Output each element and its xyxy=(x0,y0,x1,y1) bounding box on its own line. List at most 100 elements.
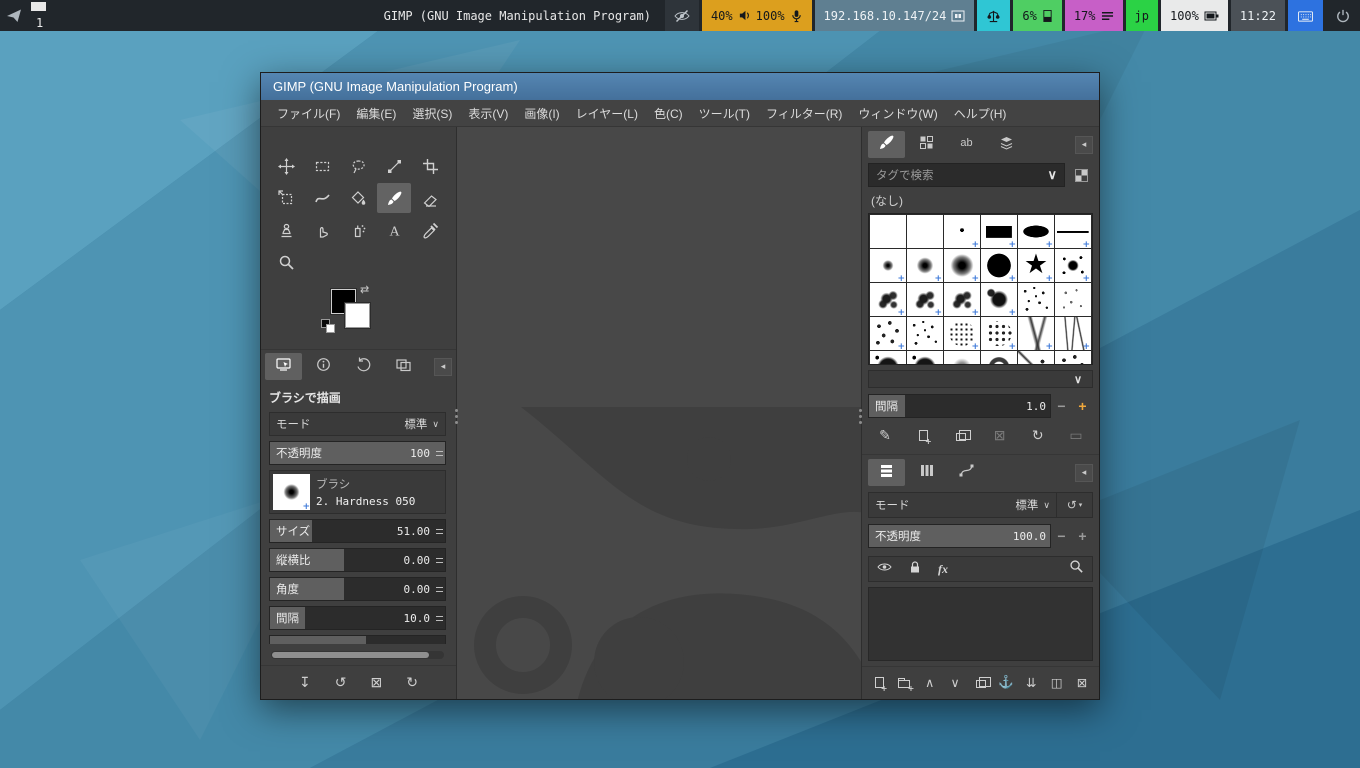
brush-swatch-bar[interactable] xyxy=(981,215,1017,250)
battery-widget[interactable]: 100% xyxy=(1160,0,1228,31)
swap-colors-icon[interactable]: ⇄ xyxy=(360,283,369,296)
tab-layers[interactable] xyxy=(868,459,905,486)
default-colors-icon[interactable] xyxy=(321,319,337,335)
eraser-tool[interactable] xyxy=(413,183,447,213)
clone-tool[interactable] xyxy=(269,215,303,245)
tab-device-status[interactable] xyxy=(305,353,342,380)
layer-list[interactable] xyxy=(868,587,1093,661)
brush-swatch-haze[interactable] xyxy=(944,351,980,364)
brush-swatch-granite[interactable] xyxy=(944,317,980,352)
menu-item[interactable]: フィルター(R) xyxy=(758,105,850,122)
brush-swatch-soft-medium[interactable] xyxy=(907,249,943,284)
menu-item[interactable]: ツール(T) xyxy=(691,105,758,122)
edit-brush-button[interactable]: ✎ xyxy=(874,423,896,447)
spinner-handle[interactable] xyxy=(434,442,445,464)
spinner-handle[interactable] xyxy=(434,607,445,629)
spacing-slider[interactable]: 間隔 10.0 xyxy=(269,606,446,630)
brush-swatch-grass[interactable] xyxy=(1055,317,1091,352)
power-widget[interactable] xyxy=(1326,0,1360,31)
brush-swatch-chalk-dark[interactable] xyxy=(981,283,1017,318)
open-brush-button[interactable]: ▭ xyxy=(1065,423,1087,447)
brush-swatch-blank[interactable] xyxy=(907,215,943,248)
spinner-handle[interactable] xyxy=(434,520,445,542)
anchor-layer-button[interactable]: ⚓ xyxy=(997,670,1015,694)
dock-menu-button[interactable]: ◂ xyxy=(1075,463,1093,482)
background-color-swatch[interactable] xyxy=(345,303,370,328)
refresh-brushes-button[interactable]: ↻ xyxy=(1027,423,1049,447)
audio-widget[interactable]: 40% 100% xyxy=(701,0,812,31)
brush-view-mode-button[interactable] xyxy=(1069,163,1093,187)
brush-swatch-chalk3[interactable] xyxy=(944,283,980,318)
tag-search-input[interactable]: タグで検索 ∨ xyxy=(868,163,1065,187)
tab-images[interactable] xyxy=(385,353,422,380)
new-layer-button[interactable] xyxy=(870,670,888,694)
reset-tool-options-button[interactable]: ↻ xyxy=(401,671,423,695)
brush-swatch-dark-texture[interactable] xyxy=(870,351,906,364)
brush-swatch-specks-dense[interactable] xyxy=(907,317,943,350)
keyboard-widget[interactable] xyxy=(1288,0,1323,31)
menu-item[interactable]: 画像(I) xyxy=(516,105,567,122)
tab-channels[interactable] xyxy=(908,459,945,486)
raise-layer-button[interactable]: ∧ xyxy=(921,670,939,694)
visibility-toggle[interactable] xyxy=(877,560,892,578)
brush-swatch-soft-small[interactable] xyxy=(870,249,906,284)
tab-undo-history[interactable] xyxy=(345,353,382,380)
brush-swatch-splat[interactable] xyxy=(1055,249,1091,284)
text-tool[interactable]: A xyxy=(377,215,411,245)
brush-spacing-slider[interactable]: 間隔 1.0 xyxy=(868,394,1051,418)
crop-tool[interactable] xyxy=(413,151,447,181)
brush-swatch-micro-dot[interactable] xyxy=(944,215,980,250)
brush-swatch-ellipse[interactable] xyxy=(1018,215,1054,250)
menu-item[interactable]: 編集(E) xyxy=(348,105,404,122)
tray-telegram-icon[interactable] xyxy=(0,0,28,31)
paintbrush-tool[interactable] xyxy=(377,183,411,213)
lower-layer-button[interactable]: ∨ xyxy=(946,670,964,694)
layer-effects-toggle[interactable]: fx xyxy=(938,562,948,577)
lock-toggle[interactable] xyxy=(908,560,922,579)
delete-layer-button[interactable]: ⊠ xyxy=(1073,670,1091,694)
angle-slider[interactable]: 角度 0.00 xyxy=(269,577,446,601)
clipped-slider[interactable] xyxy=(269,635,446,644)
spacing-decrease-button[interactable]: − xyxy=(1051,394,1072,418)
window-titlebar[interactable]: GIMP (GNU Image Manipulation Program) xyxy=(261,73,1099,100)
paint-mode-select[interactable]: モード 標準 ∨ xyxy=(269,412,446,436)
brush-swatch-confetti[interactable] xyxy=(1055,351,1091,364)
menu-item[interactable]: 表示(V) xyxy=(460,105,516,122)
brush-swatch-blank[interactable] xyxy=(870,215,906,248)
transform-tool[interactable] xyxy=(269,183,303,213)
canvas[interactable] xyxy=(457,127,861,699)
menu-item[interactable]: 色(C) xyxy=(646,105,691,122)
horizontal-scrollbar[interactable] xyxy=(271,651,444,659)
layer-mode-switch-button[interactable]: ↺ ▾ xyxy=(1056,493,1092,517)
brush-swatch-soft-large[interactable] xyxy=(944,249,980,284)
spacing-increase-button[interactable]: + xyxy=(1072,394,1093,418)
menu-item[interactable]: ヘルプ(H) xyxy=(946,105,1015,122)
memory-widget[interactable]: 17% xyxy=(1064,0,1123,31)
tab-gradients[interactable] xyxy=(988,131,1025,158)
zoom-tool[interactable] xyxy=(269,247,303,277)
spinner-handle[interactable] xyxy=(434,549,445,571)
tab-fonts[interactable]: ab xyxy=(948,131,985,158)
duplicate-layer-button[interactable] xyxy=(972,670,991,694)
brush-swatch-hline[interactable] xyxy=(1055,215,1091,250)
merge-down-button[interactable]: ⇊ xyxy=(1022,670,1040,694)
opacity-decrease-button[interactable]: − xyxy=(1051,524,1072,548)
tab-paths[interactable] xyxy=(948,459,985,486)
dock-menu-button[interactable]: ◂ xyxy=(1075,135,1093,154)
delete-brush-button[interactable]: ⊠ xyxy=(989,423,1011,447)
add-layer-mask-button[interactable]: ◫ xyxy=(1048,670,1066,694)
brush-filter-expander[interactable]: ∨ xyxy=(868,370,1093,388)
brush-swatch-specks[interactable] xyxy=(1018,283,1054,316)
brush-swatch-star[interactable] xyxy=(1018,249,1054,284)
spinner-handle[interactable] xyxy=(434,578,445,600)
brush-swatch-disc[interactable] xyxy=(981,249,1017,284)
layer-search-button[interactable] xyxy=(1069,559,1084,579)
keyboard-layout-widget[interactable]: jp xyxy=(1125,0,1158,31)
network-widget[interactable]: 192.168.10.147/24 xyxy=(814,0,975,31)
airbrush-tool[interactable] xyxy=(341,215,375,245)
tab-patterns[interactable] xyxy=(908,131,945,158)
workspace-button[interactable]: 1 xyxy=(28,0,58,31)
visibility-widget[interactable] xyxy=(664,0,699,31)
brush-swatch-swirl[interactable] xyxy=(981,351,1017,364)
brush-swatch-cells[interactable] xyxy=(981,317,1017,352)
